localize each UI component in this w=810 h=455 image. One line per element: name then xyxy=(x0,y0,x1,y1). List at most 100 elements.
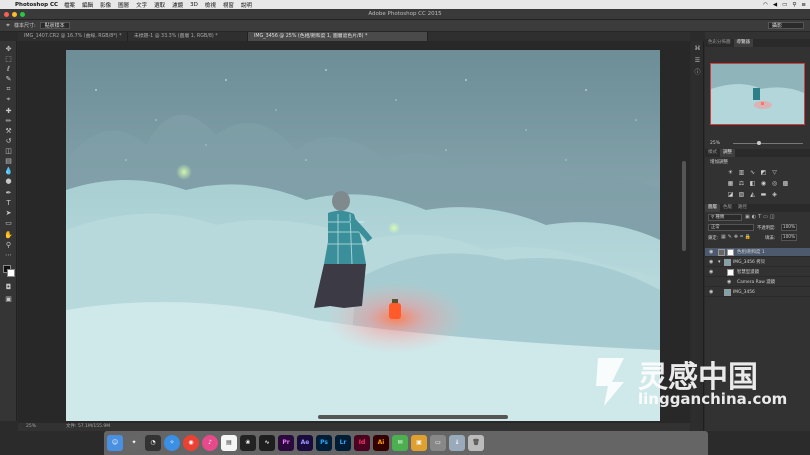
threshold-icon[interactable]: ◭ xyxy=(749,191,756,198)
hand-tool-icon[interactable]: ✋ xyxy=(4,231,13,239)
info-panel-icon[interactable]: ⓘ xyxy=(694,69,701,76)
move-tool-icon[interactable]: ✥ xyxy=(4,45,13,53)
chevron-down-icon[interactable]: ▾ xyxy=(718,258,721,267)
menu-3d[interactable]: 3D xyxy=(190,2,198,8)
exposure-icon[interactable]: ◩ xyxy=(760,169,767,176)
activity-monitor-icon[interactable]: ∿ xyxy=(259,435,275,451)
downloads-icon[interactable]: ↓ xyxy=(449,435,465,451)
selective-color-icon[interactable]: ◈ xyxy=(771,191,778,198)
color-lookup-icon[interactable]: ▩ xyxy=(782,180,789,187)
premiere-icon[interactable]: Pr xyxy=(278,435,294,451)
brush-tool-icon[interactable]: ✏ xyxy=(4,117,13,125)
brightness-icon[interactable]: ☀ xyxy=(727,169,734,176)
document-photo[interactable] xyxy=(66,50,660,421)
layer-row[interactable]: ◉ IMG_3456 xyxy=(705,288,810,297)
path-select-tool-icon[interactable]: ➤ xyxy=(4,209,13,217)
menu-filter[interactable]: 濾鏡 xyxy=(172,1,183,9)
status-zoom[interactable]: 25% xyxy=(26,423,36,431)
eye-icon[interactable]: ◉ xyxy=(709,258,713,267)
color-balance-icon[interactable]: ⚖ xyxy=(738,180,745,187)
layer-row[interactable]: ◉ 智慧型濾鏡 xyxy=(705,268,810,277)
status-doc-size[interactable]: 文件: 57.1M/155.9M xyxy=(66,423,110,431)
tab-channels[interactable]: 色版 xyxy=(720,204,735,212)
eye-icon[interactable]: ◉ xyxy=(709,288,713,297)
after-effects-icon[interactable]: Ae xyxy=(297,435,313,451)
menu-image[interactable]: 影像 xyxy=(100,1,111,9)
menu-window[interactable]: 視窗 xyxy=(223,1,234,9)
tab-adjustments[interactable]: 調整 xyxy=(720,149,735,157)
wifi-icon[interactable]: ◠ xyxy=(763,2,768,8)
battery-icon[interactable]: ▭ xyxy=(782,2,787,8)
photo-filter-icon[interactable]: ◉ xyxy=(760,180,767,187)
search-icon[interactable]: ⚲ xyxy=(792,2,796,8)
curves-icon[interactable]: ∿ xyxy=(749,169,756,176)
tab-img-1407[interactable]: IMG_1407.CR2 @ 16.7% (曲線, RGB/8*) * xyxy=(18,32,128,41)
healing-brush-tool-icon[interactable]: ✚ xyxy=(4,107,13,115)
blend-mode-select[interactable]: 正常 xyxy=(708,224,754,231)
tab-layers[interactable]: 圖層 xyxy=(705,204,720,212)
workspace-select[interactable]: 攝影 xyxy=(768,22,804,29)
posterize-icon[interactable]: ▧ xyxy=(738,191,745,198)
menu-file[interactable]: 檔案 xyxy=(64,1,75,9)
indesign-icon[interactable]: Id xyxy=(354,435,370,451)
finder-icon[interactable]: ☺ xyxy=(107,435,123,451)
safari-icon[interactable]: ✧ xyxy=(164,435,180,451)
zoom-tool-icon[interactable]: ⚲ xyxy=(4,241,13,249)
blur-tool-icon[interactable]: 💧 xyxy=(4,167,13,175)
navigator-thumbnail[interactable] xyxy=(710,63,805,125)
black-white-icon[interactable]: ◧ xyxy=(749,180,756,187)
app-menu[interactable]: Photoshop CC xyxy=(15,2,58,8)
hue-saturation-icon[interactable]: ▦ xyxy=(727,180,734,187)
navigator-zoom-value[interactable]: 25% xyxy=(710,141,720,146)
gradient-map-icon[interactable]: ▬ xyxy=(760,191,767,198)
menu-type[interactable]: 文字 xyxy=(136,1,147,9)
menu-help[interactable]: 說明 xyxy=(241,1,252,9)
tab-untitled-1[interactable]: 未標題-1 @ 33.3% (圖層 1, RGB/8) * xyxy=(128,32,248,41)
eye-icon[interactable]: ◉ xyxy=(727,278,731,287)
menu-select[interactable]: 選取 xyxy=(154,1,165,9)
layer-filter-icons[interactable]: ▣◐T▭◫ xyxy=(745,214,777,220)
navigator-zoom-slider[interactable] xyxy=(733,143,803,144)
vibrance-icon[interactable]: ▽ xyxy=(771,169,778,176)
tab-styles[interactable]: 樣式 xyxy=(705,149,720,157)
sample-size-select[interactable]: 點狀樣本 xyxy=(39,22,70,29)
eyedropper-tool-icon[interactable]: ⌖ xyxy=(4,95,13,103)
volume-icon[interactable]: ◀ xyxy=(773,2,777,8)
notes-icon[interactable]: ▤ xyxy=(221,435,237,451)
menu-view[interactable]: 檢視 xyxy=(205,1,216,9)
history-brush-tool-icon[interactable]: ↺ xyxy=(4,137,13,145)
navigator-zoom-handle[interactable] xyxy=(757,141,761,145)
eyedropper-icon[interactable]: ⌖ xyxy=(6,21,10,30)
quick-mask-icon[interactable]: ◘ xyxy=(4,283,13,291)
fill-input[interactable]: 100% xyxy=(781,234,797,241)
invert-icon[interactable]: ◪ xyxy=(727,191,734,198)
layer-kind-filter[interactable]: ⚲ 種類 xyxy=(708,214,742,221)
folder-icon[interactable]: ▭ xyxy=(430,435,446,451)
gradient-tool-icon[interactable]: ▤ xyxy=(4,157,13,165)
crop-tool-icon[interactable]: ⌗ xyxy=(4,85,13,93)
background-color-swatch[interactable] xyxy=(7,269,15,277)
tab-paths[interactable]: 路徑 xyxy=(735,204,750,212)
eye-icon[interactable]: ◉ xyxy=(709,268,713,277)
launchpad-icon[interactable]: ✦ xyxy=(126,435,142,451)
menu-layer[interactable]: 圖層 xyxy=(118,1,129,9)
lock-icons[interactable]: ▦✎✥⌗🔒 xyxy=(721,234,753,240)
properties-panel-icon[interactable]: ☰ xyxy=(694,57,701,64)
dodge-tool-icon[interactable]: ● xyxy=(4,177,13,185)
levels-icon[interactable]: ▥ xyxy=(738,169,745,176)
wechat-icon[interactable]: ✉ xyxy=(392,435,408,451)
more-tools-icon[interactable]: ⋯ xyxy=(4,251,13,259)
layer-row[interactable]: ◉ ▾ IMG_3456 拷貝 xyxy=(705,258,810,267)
canvas-vertical-scrollbar[interactable] xyxy=(682,161,686,251)
menu-edit[interactable]: 編輯 xyxy=(82,1,93,9)
type-tool-icon[interactable]: T xyxy=(4,199,13,207)
history-panel-icon[interactable]: ⌘ xyxy=(694,45,701,52)
clone-stamp-tool-icon[interactable]: ⚒ xyxy=(4,127,13,135)
illustrator-icon[interactable]: Ai xyxy=(373,435,389,451)
dashboard-icon[interactable]: ◔ xyxy=(145,435,161,451)
preview-icon[interactable]: ▣ xyxy=(411,435,427,451)
screen-mode-icon[interactable]: ▣ xyxy=(4,295,13,303)
itunes-icon[interactable]: ♪ xyxy=(202,435,218,451)
opacity-input[interactable]: 100% xyxy=(781,224,797,231)
lightroom-icon[interactable]: Lr xyxy=(335,435,351,451)
